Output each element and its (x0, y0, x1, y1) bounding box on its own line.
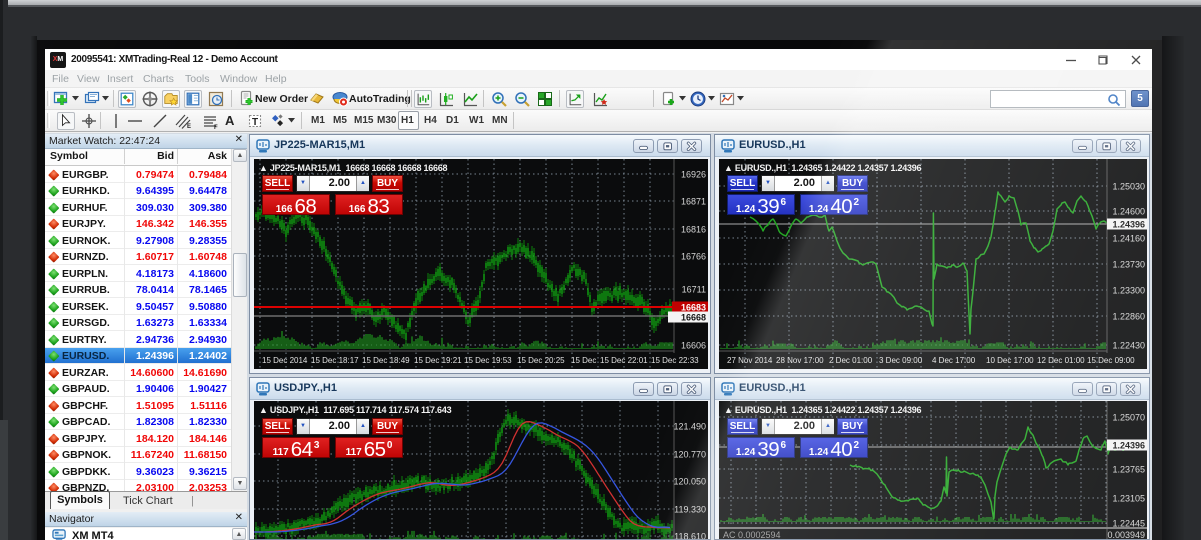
svg-text:16766: 16766 (681, 252, 706, 262)
svg-text:12 Dec 01:00: 12 Dec 01:00 (1037, 356, 1085, 365)
svg-text:1.24396: 1.24396 (1112, 441, 1145, 451)
svg-text:15 Dec 19:53: 15 Dec 19:53 (464, 356, 512, 365)
svg-text:16683: 16683 (681, 303, 706, 313)
svg-text:120.770: 120.770 (673, 450, 706, 460)
svg-text:16816: 16816 (681, 225, 706, 235)
svg-text:119.330: 119.330 (674, 505, 706, 515)
svg-text:1.23765: 1.23765 (1112, 465, 1145, 475)
svg-text:1.23105: 1.23105 (1112, 494, 1145, 504)
svg-text:15 Dec 20:25: 15 Dec 20:25 (517, 356, 565, 365)
svg-text:10 Dec 17:00: 10 Dec 17:00 (986, 356, 1034, 365)
svg-text:16926: 16926 (681, 170, 706, 180)
svg-text:15 Dec 22:01: 15 Dec 22:01 (600, 356, 648, 365)
svg-text:0.003949: 0.003949 (1107, 530, 1145, 540)
svg-text:T: T (252, 117, 258, 128)
svg-text:2 Dec 01:00: 2 Dec 01:00 (829, 356, 873, 365)
svg-text:15 Dec 22:33: 15 Dec 22:33 (651, 356, 699, 365)
svg-text:15 Dec 18:49: 15 Dec 18:49 (362, 356, 410, 365)
svg-text:120.050: 120.050 (673, 477, 706, 487)
svg-text:16871: 16871 (681, 197, 706, 207)
svg-text:1.24160: 1.24160 (1112, 234, 1145, 244)
svg-text:16606: 16606 (681, 341, 706, 351)
svg-text:1.22860: 1.22860 (1112, 312, 1145, 322)
svg-text:15 Dec: 15 Dec (571, 356, 596, 365)
svg-text:1.25070: 1.25070 (1112, 413, 1145, 423)
svg-text:AC 0.0002594: AC 0.0002594 (723, 530, 781, 540)
svg-text:16668: 16668 (681, 313, 706, 323)
svg-text:1.22430: 1.22430 (1112, 341, 1145, 351)
svg-text:28 Nov 17:00: 28 Nov 17:00 (776, 356, 824, 365)
svg-text:1.22445: 1.22445 (1112, 519, 1145, 529)
svg-text:F: F (214, 125, 218, 130)
svg-text:16711: 16711 (682, 285, 706, 295)
svg-text:121.490: 121.490 (673, 422, 706, 432)
svg-text:4 Dec 17:00: 4 Dec 17:00 (932, 356, 976, 365)
svg-text:15 Dec 19:21: 15 Dec 19:21 (414, 356, 462, 365)
svg-text:1.23300: 1.23300 (1112, 286, 1145, 296)
svg-text:1.24600: 1.24600 (1112, 207, 1145, 217)
svg-text:1.25030: 1.25030 (1112, 182, 1145, 192)
svg-text:15 Dec 09:00: 15 Dec 09:00 (1087, 356, 1135, 365)
svg-text:1.24396: 1.24396 (1112, 220, 1145, 230)
svg-text:15 Dec 2014: 15 Dec 2014 (262, 356, 308, 365)
svg-text:15 Dec 18:17: 15 Dec 18:17 (311, 356, 359, 365)
svg-text:1.23730: 1.23730 (1112, 260, 1145, 270)
svg-text:118.610: 118.610 (674, 532, 706, 540)
svg-text:27 Nov 2014: 27 Nov 2014 (727, 356, 773, 365)
svg-text:3 Dec 09:00: 3 Dec 09:00 (879, 356, 923, 365)
svg-text:E: E (187, 124, 191, 130)
